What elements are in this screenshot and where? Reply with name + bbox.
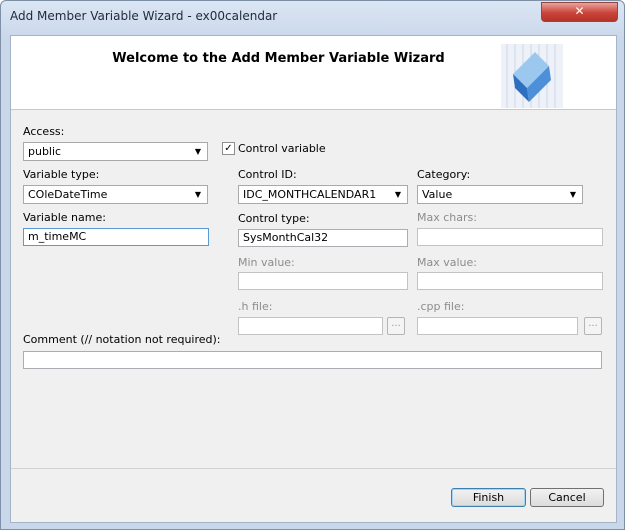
checkmark-icon: ✓	[224, 143, 233, 154]
h-file-browse-button[interactable]: ...	[387, 317, 405, 335]
close-button[interactable]: ✕	[541, 2, 618, 22]
h-file-label: .h file:	[238, 300, 273, 313]
button-separator	[11, 468, 616, 469]
finish-button[interactable]: Finish	[451, 488, 526, 507]
cpp-file-input[interactable]	[417, 317, 578, 335]
blue-cube-icon	[501, 44, 563, 108]
variable-type-value: COleDateTime	[28, 188, 108, 201]
variable-name-label: Variable name:	[23, 211, 106, 224]
h-file-input[interactable]	[238, 317, 383, 335]
title-bar: Add Member Variable Wizard - ex00calenda…	[1, 1, 624, 35]
min-value-label: Min value:	[238, 256, 295, 269]
variable-name-input[interactable]: m_timeMC	[23, 228, 209, 246]
max-chars-label: Max chars:	[417, 211, 477, 224]
comment-input[interactable]	[23, 351, 602, 369]
chevron-down-icon: ▼	[194, 190, 202, 199]
control-id-combobox[interactable]: IDC_MONTHCALENDAR1 ▼	[238, 185, 408, 204]
category-combobox[interactable]: Value ▼	[417, 185, 583, 204]
max-chars-input[interactable]	[417, 228, 603, 246]
window-title: Add Member Variable Wizard - ex00calenda…	[10, 9, 278, 23]
chevron-down-icon: ▼	[569, 190, 577, 199]
variable-type-combobox[interactable]: COleDateTime ▼	[23, 185, 208, 204]
access-combobox[interactable]: public ▼	[23, 142, 208, 161]
access-label: Access:	[23, 125, 65, 138]
chevron-down-icon: ▼	[194, 147, 202, 156]
wizard-window: Add Member Variable Wizard - ex00calenda…	[0, 0, 625, 530]
control-variable-checkbox[interactable]: ✓	[222, 142, 235, 155]
control-id-value: IDC_MONTHCALENDAR1	[243, 188, 377, 201]
control-type-input[interactable]: SysMonthCal32	[238, 229, 408, 247]
cpp-file-browse-button[interactable]: ...	[584, 317, 602, 335]
wizard-banner: Welcome to the Add Member Variable Wizar…	[11, 36, 616, 110]
dialog-client-area: Welcome to the Add Member Variable Wizar…	[10, 35, 617, 523]
close-icon: ✕	[574, 4, 585, 18]
control-id-label: Control ID:	[238, 168, 297, 181]
category-label: Category:	[417, 168, 471, 181]
control-variable-label[interactable]: Control variable	[238, 142, 326, 155]
comment-label: Comment (// notation not required):	[23, 333, 221, 346]
cpp-file-label: .cpp file:	[417, 300, 465, 313]
min-value-input[interactable]	[238, 272, 408, 290]
cancel-button[interactable]: Cancel	[530, 488, 604, 507]
banner-title: Welcome to the Add Member Variable Wizar…	[112, 51, 445, 66]
control-type-label: Control type:	[238, 212, 310, 225]
category-value: Value	[422, 188, 453, 201]
max-value-label: Max value:	[417, 256, 477, 269]
variable-type-label: Variable type:	[23, 168, 100, 181]
chevron-down-icon: ▼	[394, 190, 402, 199]
max-value-input[interactable]	[417, 272, 603, 290]
access-value: public	[28, 145, 62, 158]
